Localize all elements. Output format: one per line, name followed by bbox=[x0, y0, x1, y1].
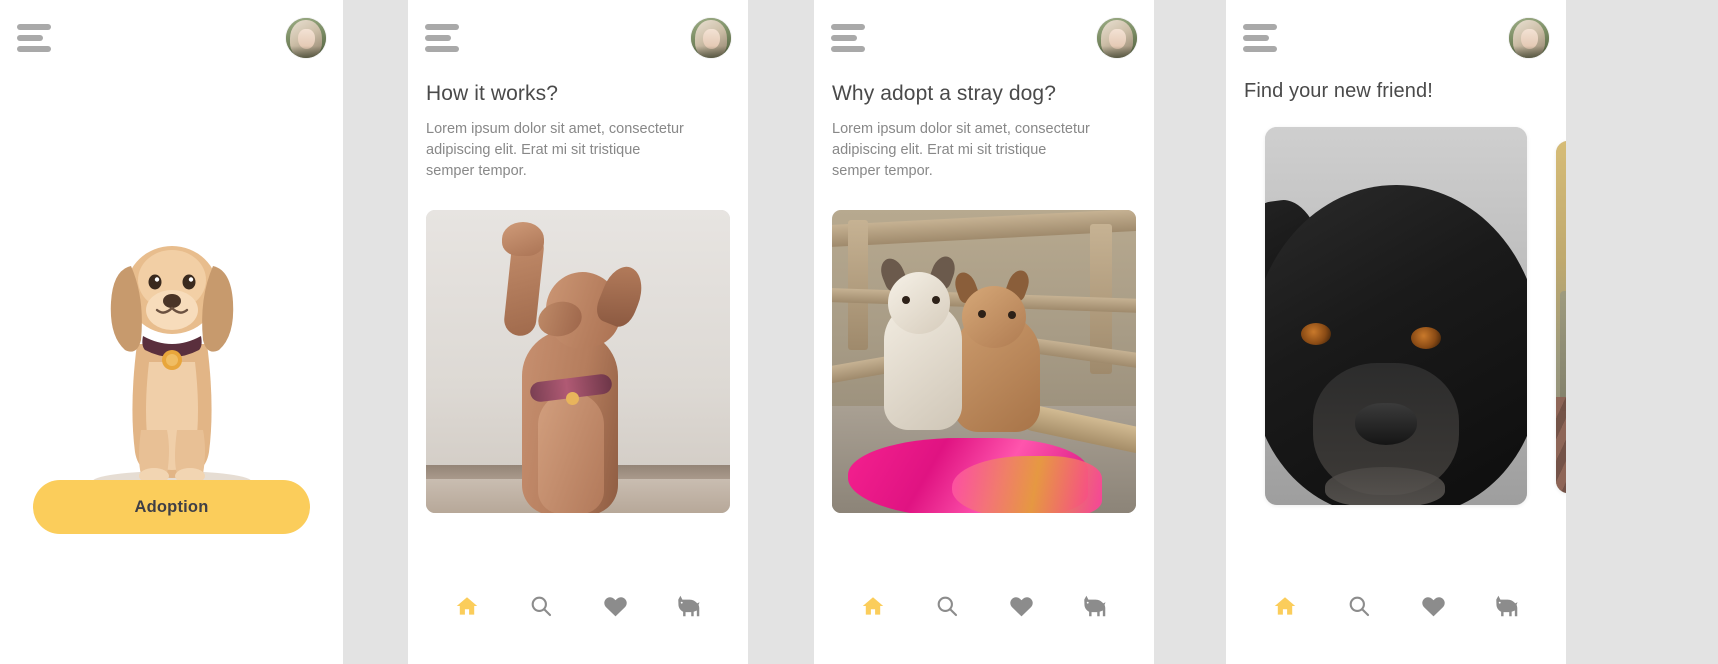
nav-item-search[interactable] bbox=[519, 586, 563, 626]
carousel-card-current[interactable] bbox=[1265, 127, 1527, 505]
nav-item-favorites[interactable] bbox=[999, 586, 1043, 626]
nav-item-home[interactable] bbox=[851, 586, 895, 626]
home-icon bbox=[862, 597, 884, 615]
hamburger-menu-icon[interactable] bbox=[831, 24, 871, 52]
dog-icon bbox=[678, 595, 700, 617]
carousel-card-next[interactable] bbox=[1556, 141, 1566, 493]
app-header bbox=[408, 0, 748, 76]
search-icon bbox=[531, 596, 552, 617]
screen-onboarding-hero: Adoption bbox=[0, 0, 343, 664]
screen-why-adopt: Why adopt a stray dog? Lorem ipsum dolor… bbox=[814, 0, 1154, 664]
heart-icon bbox=[1421, 596, 1445, 616]
nav-item-search[interactable] bbox=[925, 586, 969, 626]
bottom-navigation bbox=[408, 568, 748, 664]
dog-icon bbox=[1496, 595, 1518, 617]
bottom-navigation bbox=[814, 568, 1154, 664]
home-icon bbox=[456, 597, 478, 615]
hamburger-menu-icon[interactable] bbox=[425, 24, 465, 52]
pet-carousel[interactable] bbox=[1226, 127, 1566, 505]
user-avatar[interactable] bbox=[286, 18, 326, 58]
screen-find-friend: Find your new friend! bbox=[1226, 0, 1566, 664]
search-icon bbox=[1349, 596, 1370, 617]
dog-icon bbox=[1084, 595, 1106, 617]
user-avatar[interactable] bbox=[1097, 18, 1137, 58]
page-title: How it works? bbox=[426, 82, 558, 105]
app-header bbox=[0, 0, 343, 76]
cta-container: Adoption bbox=[0, 480, 343, 534]
nav-item-home[interactable] bbox=[445, 586, 489, 626]
nav-item-favorites[interactable] bbox=[593, 586, 637, 626]
page-title: Why adopt a stray dog? bbox=[832, 82, 1056, 105]
app-header bbox=[1226, 0, 1566, 76]
hero-illustration bbox=[0, 76, 343, 513]
nav-item-pets[interactable] bbox=[1073, 586, 1117, 626]
nav-item-pets[interactable] bbox=[667, 586, 711, 626]
page-description: Lorem ipsum dolor sit amet, consectetur … bbox=[832, 121, 1090, 179]
bottom-navigation bbox=[1226, 568, 1566, 664]
nav-item-search[interactable] bbox=[1337, 586, 1381, 626]
user-avatar[interactable] bbox=[1509, 18, 1549, 58]
page-title: Find your new friend! bbox=[1244, 80, 1433, 102]
heart-icon bbox=[1009, 596, 1033, 616]
photo-card[interactable] bbox=[832, 210, 1136, 513]
nav-item-home[interactable] bbox=[1263, 586, 1307, 626]
nav-item-pets[interactable] bbox=[1485, 586, 1529, 626]
home-icon bbox=[1274, 597, 1296, 615]
screenshot-stage: Adoption How it works? Lorem ipsum dolor… bbox=[0, 0, 1718, 664]
photo-card[interactable] bbox=[426, 210, 730, 513]
search-icon bbox=[937, 596, 958, 617]
heart-icon bbox=[603, 596, 627, 616]
puppy-illustration bbox=[91, 246, 252, 493]
screen-how-it-works: How it works? Lorem ipsum dolor sit amet… bbox=[408, 0, 748, 664]
user-avatar[interactable] bbox=[691, 18, 731, 58]
hamburger-menu-icon[interactable] bbox=[1243, 24, 1283, 52]
page-description: Lorem ipsum dolor sit amet, consectetur … bbox=[426, 121, 684, 179]
hamburger-menu-icon[interactable] bbox=[17, 24, 57, 52]
adoption-button[interactable]: Adoption bbox=[33, 480, 310, 534]
app-header bbox=[814, 0, 1154, 76]
nav-item-favorites[interactable] bbox=[1411, 586, 1455, 626]
